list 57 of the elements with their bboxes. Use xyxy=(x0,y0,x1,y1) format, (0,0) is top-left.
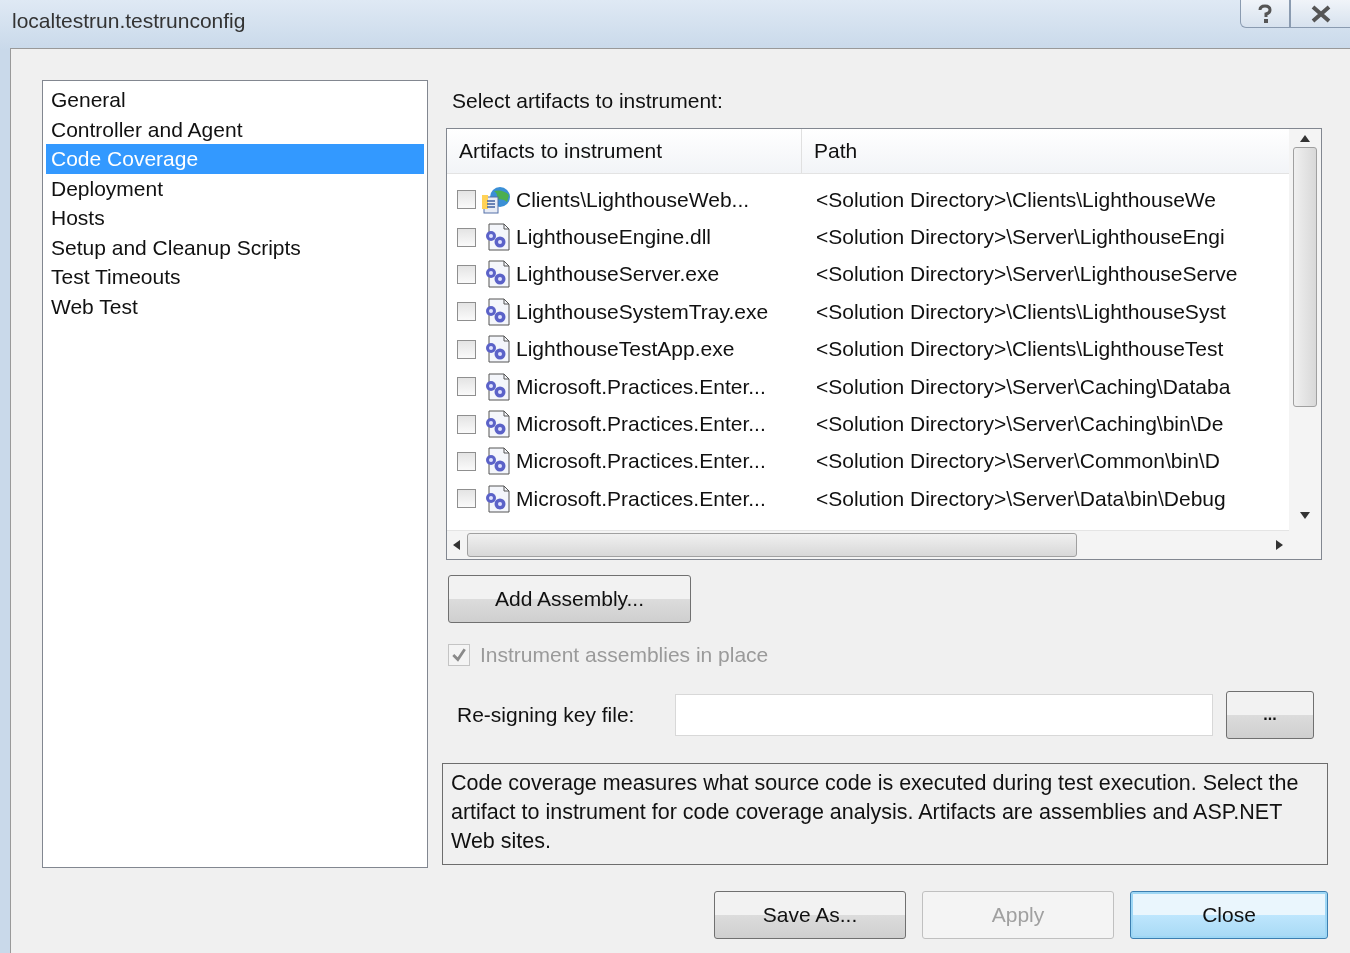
artifact-path: <Solution Directory>\Server\Caching\bin\De xyxy=(816,412,1224,437)
column-header[interactable]: Path xyxy=(802,129,1289,173)
check-icon xyxy=(451,647,467,663)
category-item[interactable]: Controller and Agent xyxy=(46,114,424,144)
artifact-name: LighthouseEngine.dll xyxy=(516,225,711,250)
description-text: Code coverage measures what source code is executed during test execution. Select the artifact to instrument for code coverage analysis. Artifacts are assemblies and ASP.NET Web sites. xyxy=(442,763,1328,865)
checkbox[interactable] xyxy=(457,414,476,434)
scroll-down-icon[interactable] xyxy=(1300,511,1310,519)
resign-key-label: Re-signing key file: xyxy=(457,703,636,727)
window-title: localtestrun.testrunconfig xyxy=(12,9,246,33)
artifact-path: <Solution Directory>\Server\Data\bin\Debug xyxy=(816,486,1226,511)
checkbox[interactable] xyxy=(457,489,476,509)
checkbox[interactable] xyxy=(457,227,476,247)
artifact-path: <Solution Directory>\Clients\LighthouseWe xyxy=(816,187,1216,212)
help-button[interactable] xyxy=(1240,0,1290,28)
checkbox[interactable] xyxy=(457,302,476,322)
category-item[interactable]: Hosts xyxy=(46,203,424,233)
artifact-name: Microsoft.Practices.Enter... xyxy=(516,486,766,511)
category-item[interactable]: Setup and Cleanup Scripts xyxy=(46,232,424,262)
close-button[interactable] xyxy=(1290,0,1350,28)
artifact-path: <Solution Directory>\Clients\LighthouseTest xyxy=(816,337,1224,362)
checkbox[interactable] xyxy=(457,264,476,284)
artifacts-label: Select artifacts to instrument: xyxy=(452,88,724,114)
key-file-field[interactable] xyxy=(675,694,1213,736)
web-project-icon xyxy=(481,185,511,214)
close-icon xyxy=(1309,4,1332,23)
column-header[interactable]: Artifacts to instrument xyxy=(447,129,802,173)
scroll-left-icon[interactable] xyxy=(453,540,461,550)
checkbox[interactable] xyxy=(457,339,476,359)
browse-button[interactable]: ... xyxy=(1226,691,1314,739)
artifact-path: <Solution Directory>\Server\LighthouseEngi xyxy=(816,225,1225,250)
artifact-path: <Solution Directory>\Server\Common\bin\D xyxy=(816,449,1220,474)
artifact-path: <Solution Directory>\Clients\LighthouseSyst xyxy=(816,299,1226,324)
dialog-button[interactable]: Close xyxy=(1130,891,1328,939)
help-icon xyxy=(1256,3,1274,24)
artifact-name: LighthouseSystemTray.exe xyxy=(516,299,769,324)
scroll-up-icon[interactable] xyxy=(1300,135,1310,143)
artifact-name: LighthouseTestApp.exe xyxy=(516,337,735,362)
artifact-name: Clients\LighthouseWeb... xyxy=(516,187,750,212)
checkbox[interactable] xyxy=(457,451,476,471)
artifact-name: Microsoft.Practices.Enter... xyxy=(516,449,766,474)
dialog-button[interactable]: Save As... xyxy=(714,891,906,939)
category-item[interactable]: Web Test xyxy=(46,291,424,321)
category-item[interactable]: General xyxy=(46,85,424,115)
add-assembly-button[interactable]: Add Assembly... xyxy=(448,575,691,623)
category-item[interactable]: Test Timeouts xyxy=(46,262,424,292)
artifact-path: <Solution Directory>\Server\Caching\Databa xyxy=(816,374,1231,399)
checkbox[interactable] xyxy=(457,190,476,210)
artifact-name: Microsoft.Practices.Enter... xyxy=(516,374,766,399)
artifact-name: Microsoft.Practices.Enter... xyxy=(516,412,766,437)
horizontal-scrollbar[interactable] xyxy=(447,530,1289,559)
checkbox[interactable] xyxy=(457,377,476,397)
artifact-path: <Solution Directory>\Server\LighthouseServe xyxy=(816,262,1238,287)
artifact-name: LighthouseServer.exe xyxy=(516,262,720,287)
scroll-right-icon[interactable] xyxy=(1275,540,1283,550)
vertical-scrollbar[interactable] xyxy=(1289,129,1321,559)
category-item[interactable]: Deployment xyxy=(46,173,424,203)
